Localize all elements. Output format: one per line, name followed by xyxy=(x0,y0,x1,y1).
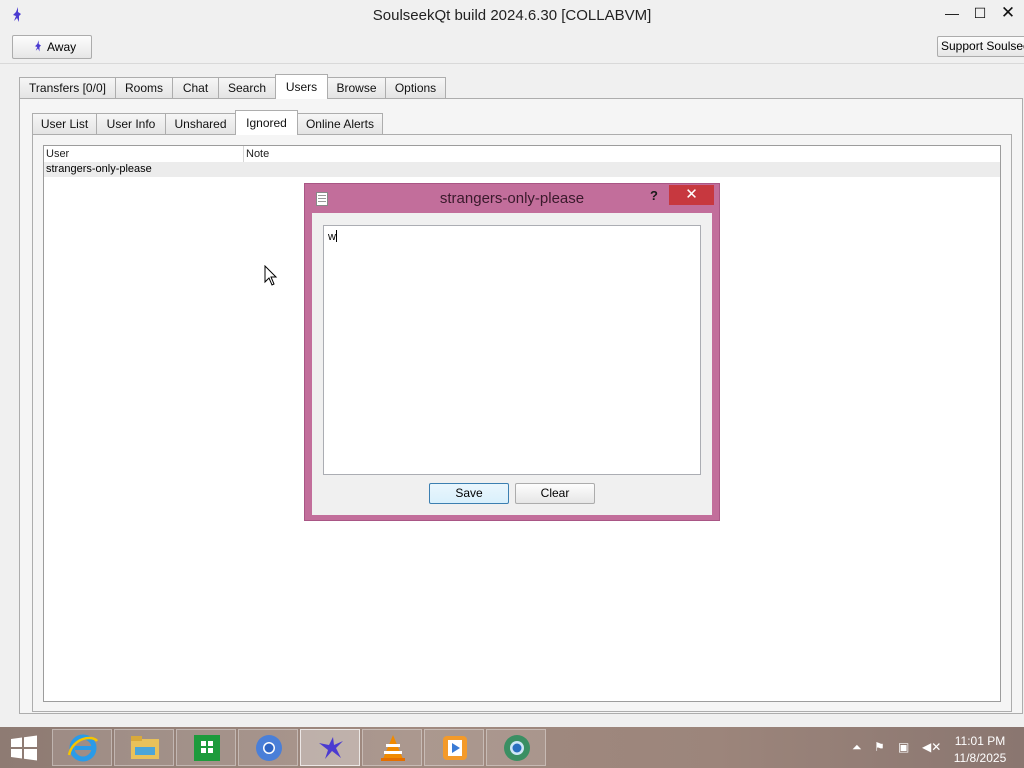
taskbar-browser[interactable] xyxy=(486,729,546,766)
tab-chat[interactable]: Chat xyxy=(172,77,219,98)
taskbar-soulseek[interactable] xyxy=(300,729,360,766)
tab-online-alerts[interactable]: Online Alerts xyxy=(297,113,383,134)
maximize-button[interactable]: ☐ xyxy=(966,2,994,24)
volume-muted-icon[interactable]: ◀✕ xyxy=(922,737,941,757)
main-tab-bar: Transfers [0/0] Rooms Chat Search Users … xyxy=(19,74,1019,99)
tab-user-list[interactable]: User List xyxy=(32,113,97,134)
taskbar: ⏶ ⚑ ▣ ◀✕ xyxy=(0,727,1024,768)
note-text: w xyxy=(328,231,336,243)
clear-button[interactable]: Clear xyxy=(515,483,595,504)
dialog-body: w Save Clear xyxy=(312,213,712,515)
taskbar-vlc[interactable] xyxy=(362,729,422,766)
media-player-icon xyxy=(443,736,467,760)
taskbar-store[interactable] xyxy=(176,729,236,766)
internet-explorer-icon xyxy=(67,734,99,762)
soulseek-bird-icon xyxy=(319,737,343,759)
tab-ignored[interactable]: Ignored xyxy=(235,110,298,135)
dialog-close-button[interactable]: ✕ xyxy=(669,185,714,205)
table-row[interactable]: strangers-only-please xyxy=(44,162,1000,177)
tab-user-info[interactable]: User Info xyxy=(96,113,166,134)
mouse-pointer-icon xyxy=(264,265,278,286)
tab-unshared[interactable]: Unshared xyxy=(165,113,236,134)
vlc-cone-icon xyxy=(381,735,405,761)
clock-time[interactable]: 11:01 PM xyxy=(940,734,1020,748)
tab-search[interactable]: Search xyxy=(218,77,276,98)
show-hidden-icons-chevron-icon[interactable]: ⏶ xyxy=(852,737,862,757)
note-text-area[interactable]: w xyxy=(323,225,701,475)
column-header-note[interactable]: Note xyxy=(244,146,944,162)
clock-date[interactable]: 11/8/2025 xyxy=(940,751,1020,765)
taskbar-media-player[interactable] xyxy=(424,729,484,766)
taskbar-chromium[interactable] xyxy=(238,729,298,766)
tab-browse[interactable]: Browse xyxy=(327,77,386,98)
tab-options[interactable]: Options xyxy=(385,77,446,98)
support-soulseek-button[interactable]: Support Soulseek xyxy=(937,36,1024,57)
column-header-user[interactable]: User xyxy=(44,146,244,162)
toolbar: Away Support Soulseek xyxy=(0,31,1024,64)
tab-rooms[interactable]: Rooms xyxy=(115,77,173,98)
action-center-flag-icon[interactable]: ⚑ xyxy=(874,737,885,757)
windows-start-icon[interactable] xyxy=(8,735,40,761)
soulseek-bird-icon xyxy=(35,40,41,52)
taskbar-internet-explorer[interactable] xyxy=(52,729,112,766)
table-header: User Note xyxy=(44,146,1000,163)
note-dialog: strangers-only-please ? ✕ w Save Clear xyxy=(304,183,720,521)
tab-users[interactable]: Users xyxy=(275,74,328,99)
close-window-button[interactable]: ✕ xyxy=(994,2,1022,24)
away-button[interactable]: Away xyxy=(12,35,92,59)
taskbar-file-explorer[interactable] xyxy=(114,729,174,766)
save-button[interactable]: Save xyxy=(429,483,509,504)
store-icon xyxy=(194,735,220,761)
text-caret xyxy=(335,230,337,242)
table-cell-user: strangers-only-please xyxy=(46,163,152,175)
help-button[interactable]: ? xyxy=(646,187,662,205)
minimize-button[interactable]: — xyxy=(938,2,966,24)
system-tray: ⏶ ⚑ ▣ ◀✕ xyxy=(850,737,950,757)
window-title: SoulseekQt build 2024.6.30 [COLLABVM] xyxy=(372,7,652,24)
users-sub-tab-bar: User List User Info Unshared Ignored Onl… xyxy=(32,110,1012,135)
tab-transfers[interactable]: Transfers [0/0] xyxy=(19,77,116,98)
folder-icon xyxy=(131,736,159,759)
title-bar: SoulseekQt build 2024.6.30 [COLLABVM] — … xyxy=(0,0,1024,31)
away-label: Away xyxy=(47,40,77,54)
chromium-icon xyxy=(256,735,282,761)
network-icon[interactable]: ▣ xyxy=(898,737,909,757)
globe-browser-icon xyxy=(504,735,530,761)
